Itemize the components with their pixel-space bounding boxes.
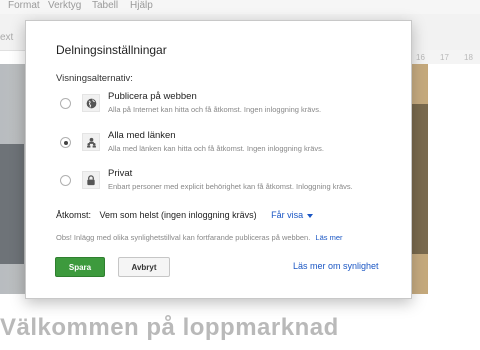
chevron-down-icon xyxy=(307,213,314,218)
menu-verktyg[interactable]: Verktyg xyxy=(48,0,81,12)
menu-tabell[interactable]: Tabell xyxy=(92,0,118,12)
option-description: Enbart personer med explicit behörighet … xyxy=(108,182,353,191)
menu-hjalp[interactable]: Hjälp xyxy=(130,0,153,12)
access-dropdown-label: Får visa xyxy=(271,210,304,220)
ruler-number: 18 xyxy=(464,53,473,62)
radio-private[interactable] xyxy=(60,175,71,186)
people-icon xyxy=(82,133,100,151)
option-description: Alla med länken kan hitta och få åtkomst… xyxy=(108,144,324,153)
cancel-button[interactable]: Avbryt xyxy=(118,257,170,277)
option-title: Publicera på webben xyxy=(108,91,197,102)
learn-about-visibility-link[interactable]: Läs mer om synlighet xyxy=(293,261,379,271)
access-label: Åtkomst: xyxy=(56,210,92,220)
ruler: 16 17 18 xyxy=(410,50,480,64)
visibility-notice: Obs! Inlägg med olika synlighetstillval … xyxy=(56,233,343,242)
lock-icon xyxy=(82,171,100,189)
radio-publish-web[interactable] xyxy=(60,98,71,109)
menu-bar: Format Verktyg Tabell Hjälp xyxy=(0,0,480,14)
option-publish-web[interactable]: Publicera på webben Alla på Internet kan… xyxy=(56,91,396,125)
access-row: Åtkomst: Vem som helst (ingen inloggning… xyxy=(56,210,314,220)
option-anyone-with-link[interactable]: Alla med länken Alla med länken kan hitt… xyxy=(56,130,396,164)
sharing-dialog: Delningsinställningar Visningsalternativ… xyxy=(25,20,412,299)
dialog-title: Delningsinställningar xyxy=(56,43,167,57)
access-dropdown[interactable]: Får visa xyxy=(271,210,314,220)
access-value: Vem som helst (ingen inloggning krävs) xyxy=(99,210,257,220)
toolbar-text-fragment: ext xyxy=(0,32,14,43)
notice-learn-more-link[interactable]: Läs mer xyxy=(315,233,342,242)
notice-text: Obs! Inlägg med olika synlighetstillval … xyxy=(56,233,311,242)
photo-shape xyxy=(0,144,24,264)
option-description: Alla på Internet kan hitta och få åtkoms… xyxy=(108,105,322,114)
visibility-label: Visningsalternativ: xyxy=(56,73,133,84)
ruler-number: 16 xyxy=(416,53,425,62)
option-private[interactable]: Privat Enbart personer med explicit behö… xyxy=(56,168,396,202)
menu-format[interactable]: Format xyxy=(8,0,40,12)
welcome-heading: Välkommen på loppmarknad xyxy=(0,314,339,341)
ruler-number: 17 xyxy=(440,53,449,62)
option-title: Alla med länken xyxy=(108,130,176,141)
radio-anyone-with-link[interactable] xyxy=(60,137,71,148)
globe-icon xyxy=(82,94,100,112)
save-button[interactable]: Spara xyxy=(55,257,105,277)
option-title: Privat xyxy=(108,168,133,179)
